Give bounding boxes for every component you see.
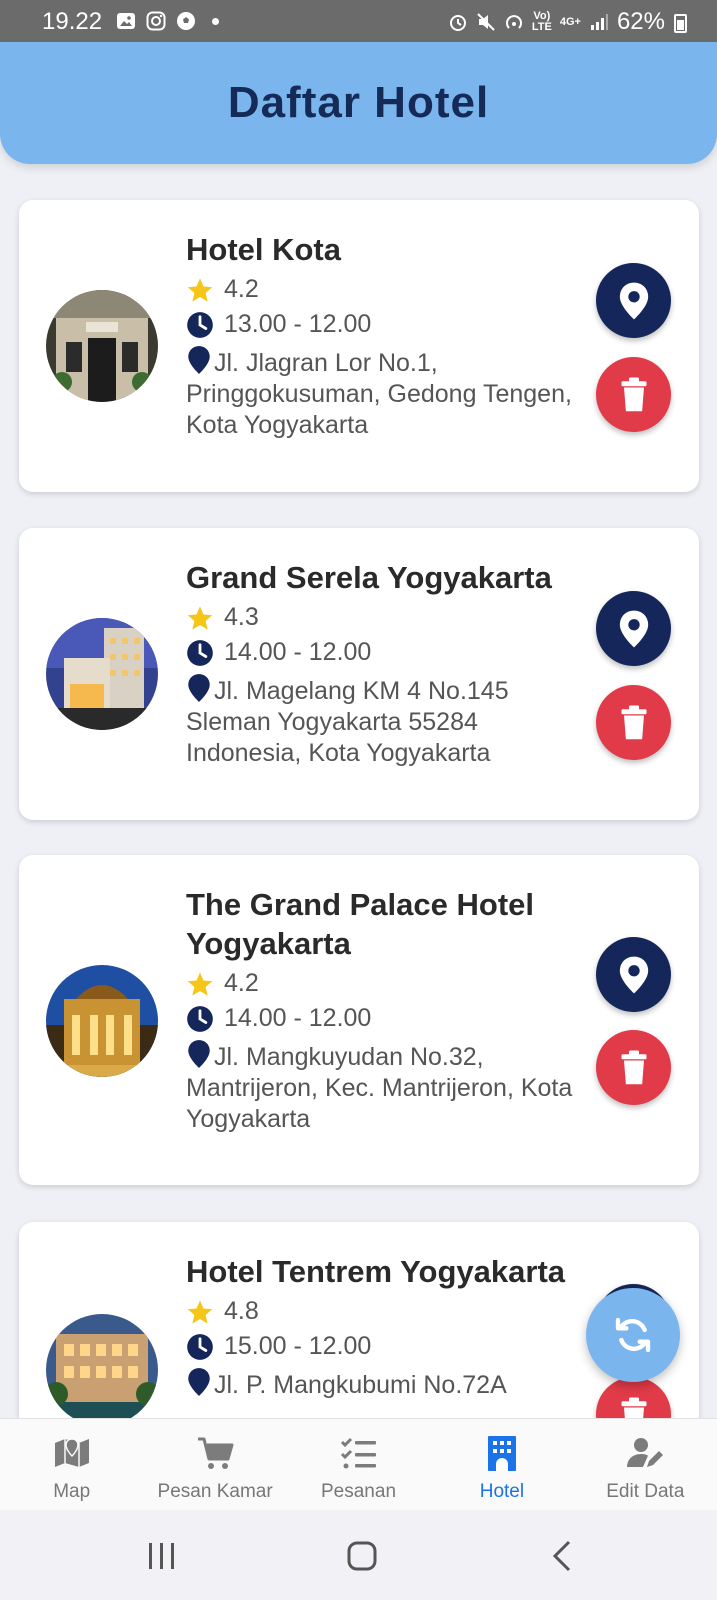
hotel-info: The Grand Palace Hotel Yogyakarta 4.2 14… xyxy=(186,885,591,1135)
hotel-hours: 13.00 - 12.00 xyxy=(224,310,372,338)
delete-hotel-button[interactable] xyxy=(596,1377,671,1418)
hotel-list[interactable]: Hotel Kota 4.2 13.00 - 12.00 Jl. Jlagran… xyxy=(0,164,717,1418)
cart-icon xyxy=(198,1437,234,1469)
location-pin-icon xyxy=(188,1040,210,1068)
nav-label: Edit Data xyxy=(606,1481,685,1502)
notification-dot-icon xyxy=(212,17,219,25)
trash-icon xyxy=(621,1050,646,1084)
map-icon xyxy=(54,1438,89,1467)
hotel-rating: 4.8 xyxy=(224,1297,259,1325)
location-pin-icon xyxy=(188,346,210,374)
hotel-info: Hotel Kota 4.2 13.00 - 12.00 Jl. Jlagran… xyxy=(186,230,591,441)
nav-label: Pesan Kamar xyxy=(157,1481,273,1502)
instagram-icon xyxy=(146,11,166,31)
hotel-rating: 4.2 xyxy=(224,969,259,997)
hotel-icon xyxy=(487,1436,516,1471)
hotel-name: The Grand Palace Hotel Yogyakarta xyxy=(186,887,534,961)
hotel-photo xyxy=(46,965,158,1077)
star-icon xyxy=(187,971,213,996)
nav-label: Pesanan xyxy=(321,1481,397,1502)
hotel-address: Jl. P. Mangkubumi No.72A xyxy=(214,1371,507,1399)
hotel-name: Hotel Tentrem Yogyakarta xyxy=(186,1254,566,1289)
delete-hotel-button[interactable] xyxy=(596,685,671,760)
hotel-name: Hotel Kota xyxy=(186,232,341,267)
nav-label: Map xyxy=(53,1481,91,1502)
hotel-card[interactable]: Hotel Kota 4.2 13.00 - 12.00 Jl. Jlagran… xyxy=(19,200,699,492)
delete-hotel-button[interactable] xyxy=(596,1030,671,1105)
page-title: Daftar Hotel xyxy=(227,78,490,127)
app-header: Daftar Hotel xyxy=(0,42,717,164)
hotel-address: Jl. Jlagran Lor No.1, Pringgokusuman, Ge… xyxy=(186,349,572,439)
hotel-card[interactable]: Grand Serela Yogyakarta 4.3 14.00 - 12.0… xyxy=(19,528,699,820)
lte-label: LTE xyxy=(531,21,552,33)
location-pin-icon xyxy=(619,956,648,993)
hotel-rating: 4.3 xyxy=(224,603,259,631)
location-pin-icon xyxy=(188,1368,210,1396)
hotel-photo xyxy=(46,618,158,730)
location-pin-icon xyxy=(619,282,648,319)
hotel-rating: 4.2 xyxy=(224,275,259,303)
hotel-hours: 14.00 - 12.00 xyxy=(224,638,372,666)
bottom-navigation: Map Pesan Kamar Pesanan Hotel Edit Data xyxy=(0,1418,717,1510)
delete-hotel-button[interactable] xyxy=(596,357,671,432)
clock-icon xyxy=(187,1005,213,1032)
star-icon xyxy=(187,1299,213,1324)
clock-icon xyxy=(187,639,213,666)
hotel-address: Jl. Mangkuyudan No.32, Mantrijeron, Kec.… xyxy=(186,1043,573,1133)
nav-item-map[interactable]: Map xyxy=(0,1419,143,1510)
hotel-address: Jl. Magelang KM 4 No.145 Sleman Yogyakar… xyxy=(186,677,509,767)
star-icon xyxy=(187,605,213,630)
trash-icon xyxy=(621,705,646,739)
trash-icon xyxy=(621,1397,646,1418)
hotel-name: Grand Serela Yogyakarta xyxy=(186,560,552,595)
hotel-hours: 14.00 - 12.00 xyxy=(224,1004,372,1032)
hotel-info: Hotel Tentrem Yogyakarta 4.8 15.00 - 12.… xyxy=(186,1252,591,1401)
trash-icon xyxy=(621,377,646,411)
nav-item-pesanan[interactable]: Pesanan xyxy=(287,1419,430,1510)
nav-item-edit-data[interactable]: Edit Data xyxy=(574,1419,717,1510)
gallery-icon xyxy=(117,13,135,29)
signal-icon xyxy=(590,14,608,30)
checklist-icon xyxy=(340,1437,376,1469)
hotel-info: Grand Serela Yogyakarta 4.3 14.00 - 12.0… xyxy=(186,558,591,769)
hotel-hours: 15.00 - 12.00 xyxy=(224,1332,372,1360)
view-location-button[interactable] xyxy=(596,591,671,666)
nav-label: Hotel xyxy=(479,1481,525,1502)
clock-icon xyxy=(187,1333,213,1360)
hotel-photo xyxy=(46,1314,158,1418)
star-icon xyxy=(187,277,213,302)
status-bar: 19.22 Vo) LTE 4G+ 62% xyxy=(0,0,717,42)
nav-item-pesan-kamar[interactable]: Pesan Kamar xyxy=(143,1419,286,1510)
alarm-icon xyxy=(449,15,466,31)
hotspot-icon xyxy=(505,15,522,29)
refresh-icon xyxy=(615,1317,651,1353)
nav-item-hotel[interactable]: Hotel xyxy=(430,1419,573,1510)
battery-percent: 62% xyxy=(616,8,665,35)
refresh-button[interactable] xyxy=(586,1288,680,1382)
battery-icon xyxy=(674,14,687,33)
location-pin-icon xyxy=(188,674,210,702)
status-time: 19.22 xyxy=(42,8,103,35)
soccer-ball-icon xyxy=(177,12,195,30)
system-navigation-bar xyxy=(0,1510,717,1600)
mute-icon xyxy=(477,13,495,31)
recent-apps-icon[interactable] xyxy=(144,1538,180,1574)
back-icon[interactable] xyxy=(545,1538,581,1574)
view-location-button[interactable] xyxy=(596,937,671,1012)
network-type-label: 4G+ xyxy=(559,15,581,28)
location-pin-icon xyxy=(619,610,648,647)
view-location-button[interactable] xyxy=(596,263,671,338)
clock-icon xyxy=(187,311,213,338)
home-icon[interactable] xyxy=(344,1538,380,1574)
user-edit-icon xyxy=(627,1438,664,1467)
hotel-card[interactable]: The Grand Palace Hotel Yogyakarta 4.2 14… xyxy=(19,855,699,1185)
hotel-photo xyxy=(46,290,158,402)
